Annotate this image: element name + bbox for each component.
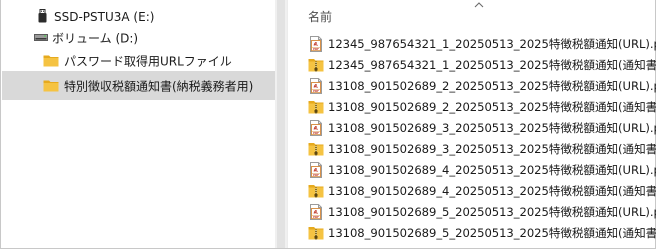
file-name: 12345_987654321_1_20250513_2025特徴税額通知(通知…	[328, 57, 656, 72]
pdf-file-icon: PDF	[308, 162, 324, 179]
file-row[interactable]: PDF 13108_901502689_4_20250513_2025特徴税額通…	[308, 160, 656, 181]
file-name: 13108_901502689_4_20250513_2025特徴税額通知(通知…	[328, 184, 656, 199]
svg-text:PDF: PDF	[313, 89, 319, 93]
file-row[interactable]: 13108_901502689_3_20250513_2025特徴税額通知(通知…	[308, 139, 656, 160]
file-name: 13108_901502689_4_20250513_2025特徴税額通知(UR…	[328, 163, 656, 178]
file-row[interactable]: PDF 13108_901502689_5_20250513_2025特徴税額通…	[308, 202, 656, 223]
svg-text:PDF: PDF	[313, 47, 319, 51]
file-row[interactable]: 13108_901502689_5_20250513_2025特徴税額通知(通知…	[308, 223, 656, 244]
usb-drive-icon	[38, 9, 47, 23]
file-name: 13108_901502689_3_20250513_2025特徴税額通知(UR…	[328, 120, 656, 135]
file-name: 13108_901502689_2_20250513_2025特徴税額通知(UR…	[328, 78, 656, 93]
column-header-name[interactable]: 名前	[308, 8, 332, 25]
file-name: 13108_901502689_5_20250513_2025特徴税額通知(UR…	[328, 205, 656, 220]
svg-text:PDF: PDF	[313, 131, 319, 135]
file-row[interactable]: PDF 13108_901502689_2_20250513_2025特徴税額通…	[308, 75, 656, 96]
disk-drive-icon	[34, 34, 48, 41]
nav-item-folder-tax-notice[interactable]: 特別徴収税額通知書(納税義務者用)	[2, 71, 275, 100]
folder-icon	[43, 80, 59, 92]
file-name: 13108_901502689_2_20250513_2025特徴税額通知(通知…	[328, 99, 656, 114]
nav-scrollbar[interactable]	[275, 0, 287, 248]
file-row[interactable]: PDF 12345_987654321_1_20250513_2025特徴税額通…	[308, 33, 656, 54]
pdf-file-icon: PDF	[308, 119, 324, 136]
folder-icon	[43, 55, 59, 67]
nav-item-volume-d[interactable]: ボリューム (D:)	[2, 25, 275, 50]
file-row[interactable]: 13108_901502689_4_20250513_2025特徴税額通知(通知…	[308, 181, 656, 202]
file-row[interactable]: 12345_987654321_1_20250513_2025特徴税額通知(通知…	[308, 54, 656, 75]
zip-archive-icon	[308, 141, 324, 157]
zip-archive-icon	[308, 99, 324, 115]
sort-ascending-icon	[474, 2, 484, 8]
svg-text:PDF: PDF	[313, 173, 319, 177]
pdf-file-icon: PDF	[308, 77, 324, 94]
file-list-pane: 名前 PDF 12345_987654321_1_20250513_2025特徴…	[288, 0, 656, 248]
zip-archive-icon	[308, 183, 324, 199]
nav-item-label: パスワード取得用URLファイル	[64, 54, 232, 68]
nav-item-label: 特別徴収税額通知書(納税義務者用)	[64, 79, 254, 93]
nav-item-folder-url[interactable]: パスワード取得用URLファイル	[2, 48, 275, 73]
file-name: 13108_901502689_5_20250513_2025特徴税額通知(通知…	[328, 226, 656, 241]
pdf-file-icon: PDF	[308, 204, 324, 221]
zip-archive-icon	[308, 57, 324, 73]
nav-scrollbar-thumb[interactable]	[277, 0, 285, 248]
file-name: 12345_987654321_1_20250513_2025特徴税額通知(UR…	[328, 36, 656, 51]
zip-archive-icon	[308, 225, 324, 241]
file-row[interactable]: 13108_901502689_2_20250513_2025特徴税額通知(通知…	[308, 96, 656, 117]
nav-item-label: ボリューム (D:)	[52, 31, 139, 45]
nav-item-label: SSD-PSTU3A (E:)	[54, 9, 155, 24]
pdf-file-icon: PDF	[308, 35, 324, 52]
explorer-window: SSD-PSTU3A (E:) ボリューム (D:) パスワード取得用URLファ…	[0, 0, 656, 249]
navigation-pane: SSD-PSTU3A (E:) ボリューム (D:) パスワード取得用URLファ…	[2, 0, 275, 248]
svg-text:PDF: PDF	[313, 215, 319, 219]
file-name: 13108_901502689_3_20250513_2025特徴税額通知(通知…	[328, 142, 656, 156]
file-row[interactable]: PDF 13108_901502689_3_20250513_2025特徴税額通…	[308, 117, 656, 138]
